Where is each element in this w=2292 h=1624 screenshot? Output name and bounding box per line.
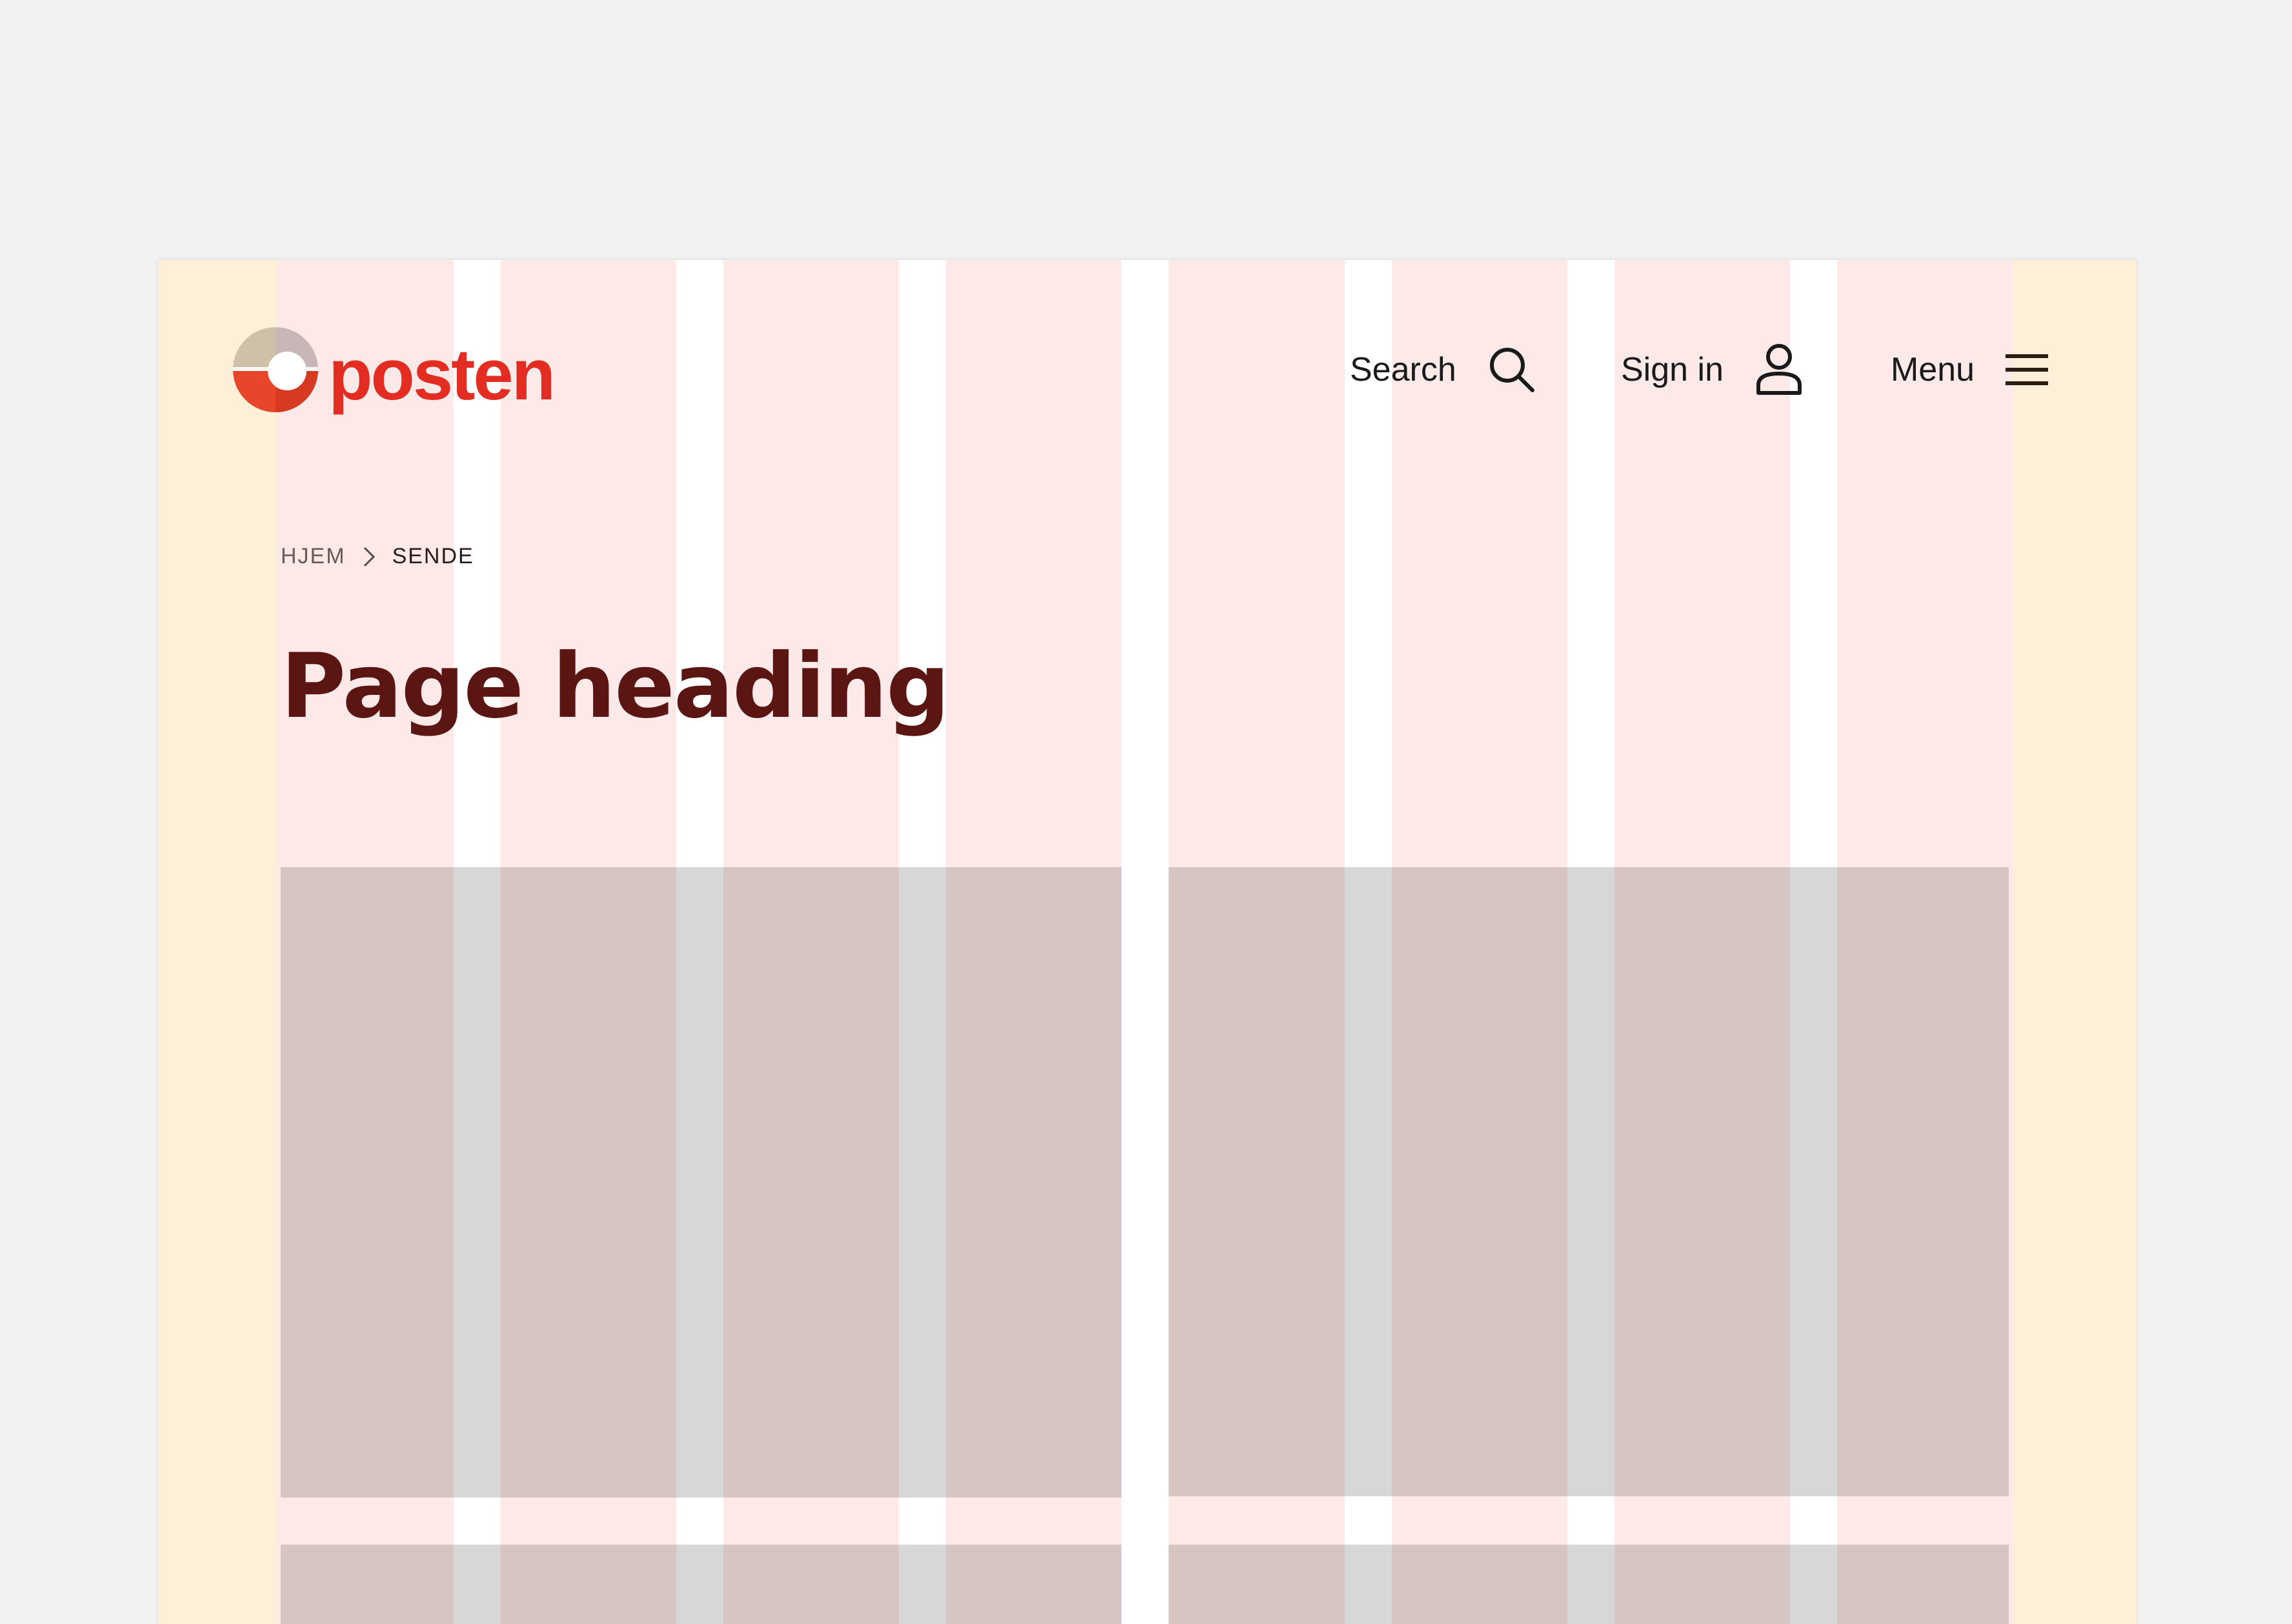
- menu-button[interactable]: Menu: [1891, 341, 2049, 399]
- grid-gutter: [1790, 867, 1837, 1496]
- page-frame: posten Search Sign in Menu HJEM SENDE Pa…: [158, 260, 2136, 1624]
- grid-gutter: [1790, 1545, 1837, 1624]
- grid-gutter: [454, 1545, 501, 1624]
- hamburger-icon: [2006, 354, 2049, 385]
- breadcrumb-home-link[interactable]: HJEM: [281, 544, 346, 569]
- grid-gutter: [899, 867, 946, 1498]
- grid-gutter: [1567, 1545, 1614, 1624]
- grid-gutter: [899, 1545, 946, 1624]
- breadcrumb: HJEM SENDE: [281, 544, 474, 569]
- search-label: Search: [1350, 351, 1456, 388]
- search-button[interactable]: Search: [1350, 341, 1538, 399]
- grid-gutter: [1345, 867, 1392, 1496]
- breadcrumb-current: SENDE: [392, 544, 474, 568]
- menu-label: Menu: [1891, 351, 1975, 388]
- chevron-right-icon: [363, 546, 375, 566]
- posten-wordmark: posten: [328, 334, 556, 415]
- search-icon: [1489, 348, 1534, 392]
- posten-logo-mark: [233, 327, 318, 412]
- grid-gutter: [1345, 1545, 1392, 1624]
- posten-logo[interactable]: posten: [230, 321, 556, 418]
- page-title: Page heading: [281, 634, 950, 738]
- sign-in-label: Sign in: [1621, 351, 1724, 388]
- grid-gutter: [1567, 867, 1614, 1496]
- grid-gutter: [676, 867, 723, 1498]
- grid-gutter: [676, 1545, 723, 1624]
- grid-gutter: [454, 867, 501, 1498]
- sign-in-button[interactable]: Sign in: [1621, 341, 1805, 399]
- grid-margin-right: [2013, 260, 2136, 1624]
- user-icon: [1756, 344, 1802, 395]
- grid-margin-left: [158, 260, 277, 1624]
